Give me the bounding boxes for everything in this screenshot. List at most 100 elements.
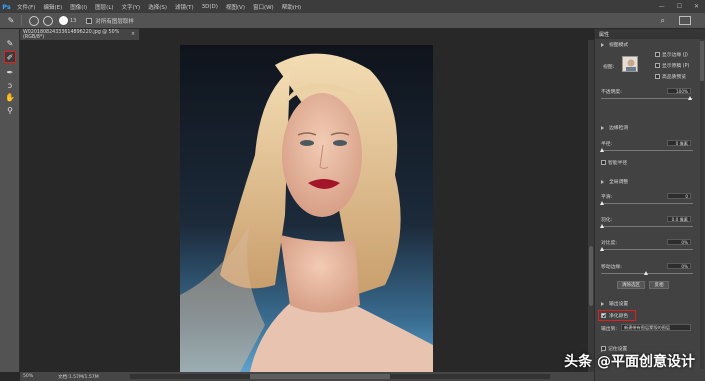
shift-edge-label: 移动边缘: [601,265,622,270]
opacity-label: 不透明度: [601,90,622,95]
edge-detection-title: 边缘检测 [609,126,629,131]
menu-type[interactable]: 文字(Y) [118,3,145,11]
brush-size-icon[interactable] [59,16,68,25]
opacity-slider-track[interactable] [601,98,693,99]
clear-selection-button[interactable]: 清除选区 [617,281,645,289]
scroll-thumb[interactable] [700,41,704,81]
output-to-select[interactable]: 新建带有图层蒙版的图层 [621,324,691,331]
show-original-checkbox[interactable] [655,63,660,68]
menu-layer[interactable]: 图层(L) [91,3,117,11]
decontaminate-colors-checkbox[interactable] [601,313,606,318]
close-window-button[interactable]: ✕ [694,3,699,10]
menu-help[interactable]: 帮助(H) [278,3,305,11]
smooth-field[interactable]: 0 [667,193,691,199]
refine-radius-tool-icon[interactable]: ✐ [4,51,16,63]
global-adjust-title: 全局调整 [609,180,629,185]
watermark-text: 头条 @平面创意设计 [564,354,695,370]
show-edge-checkbox[interactable] [655,52,660,57]
properties-panel: 属性 视图模式 视图: 显示边缘 (J) 显示原稿 (P) 高品质预览 不透明度… [594,29,705,381]
subtract-mode-icon[interactable] [43,15,53,26]
zoom-level[interactable]: 50% [20,374,56,379]
shift-edge-slider-knob[interactable] [644,271,648,275]
close-tab-icon[interactable]: × [131,32,135,37]
quick-selection-tool-icon[interactable]: ✒ [4,66,16,78]
maximize-button[interactable]: ☐ [677,3,682,10]
workspace-icon[interactable] [679,16,691,25]
show-edge-label: 显示边缘 (J) [662,53,688,58]
show-original-label: 显示原稿 (P) [662,64,690,69]
hq-preview-checkbox[interactable] [655,74,660,79]
smart-radius-label: 智能半径 [608,161,628,166]
contrast-label: 对比度: [601,241,618,246]
options-bar: ✎ 13 对所有图层取样 ⌕ [0,13,705,29]
contrast-slider-knob[interactable] [600,247,604,251]
brush-size-value[interactable]: 13 [70,18,76,24]
section-collapse-icon[interactable] [601,180,604,184]
brush-preset-icon[interactable]: ✎ [4,15,18,27]
canvas-horizontal-scrollbar[interactable] [130,374,550,379]
opacity-slider-knob[interactable] [688,96,692,100]
menu-select[interactable]: 选择(S) [144,3,171,11]
document-title: W020180824333614896220.jpg @ 50%(RGB/8*) [23,29,120,40]
feather-field[interactable]: 0.0 像素 [667,216,691,222]
menu-image[interactable]: 图像(I) [66,3,91,11]
smooth-label: 平滑: [601,195,613,200]
radius-field[interactable]: 0 像素 [667,140,691,146]
view-mode-title: 视图模式 [609,43,629,48]
output-to-label: 输出到: [601,327,618,332]
document-tab[interactable]: W020180824333614896220.jpg @ 50%(RGB/8*)… [20,29,140,40]
menu-window[interactable]: 窗口(W) [249,3,278,11]
menu-3d[interactable]: 3D(D) [198,4,222,10]
tools-panel: ✎ ✐ ✒ ↄ ✋ ⚲ [0,29,20,372]
invert-button[interactable]: 反相 [649,281,669,289]
decontaminate-colors-label: 净化颜色 [609,314,629,319]
view-label: 视图: [603,65,615,70]
panel-scrollbar[interactable] [700,39,704,369]
hq-preview-label: 高品质预览 [662,75,686,80]
section-collapse-icon[interactable] [601,126,604,130]
feather-label: 羽化: [601,218,613,223]
menu-view[interactable]: 视图(V) [222,3,249,11]
opacity-field[interactable]: 100% [667,88,691,94]
view-mode-thumbnail[interactable] [622,56,638,72]
radius-slider-track[interactable] [601,150,693,151]
feather-slider-track[interactable] [601,226,693,227]
scroll-thumb[interactable] [589,246,593,306]
contrast-slider-track[interactable] [601,249,693,250]
sample-all-layers-label: 对所有图层取样 [95,18,134,25]
portrait-image [180,45,433,372]
search-icon[interactable]: ⌕ [661,16,665,26]
radius-slider-knob[interactable] [600,148,604,152]
smart-radius-checkbox[interactable] [601,160,606,165]
smooth-slider-knob[interactable] [600,201,604,205]
window-controls: — ☐ ✕ [659,0,699,13]
contrast-field[interactable]: 0% [667,239,691,245]
view-thumbnail-icon [623,57,637,71]
smooth-slider-track[interactable] [601,203,693,204]
scroll-thumb[interactable] [250,374,390,379]
panel-tab-label: 属性 [599,32,610,38]
menu-bar: Ps 文件(F) 编辑(E) 图像(I) 图层(L) 文字(Y) 选择(S) 滤… [0,0,705,13]
panel-tab[interactable]: 属性 [595,29,705,39]
add-mode-icon[interactable] [29,15,39,26]
feather-slider-knob[interactable] [600,224,604,228]
radius-label: 半径: [601,142,613,147]
menu-edit[interactable]: 编辑(E) [39,3,66,11]
sample-all-layers-checkbox[interactable] [86,17,93,24]
menu-file[interactable]: 文件(F) [13,3,39,11]
section-collapse-icon[interactable] [601,302,604,306]
doc-size-info: 文档:1.57M/1.57M [58,374,99,380]
menu-filter[interactable]: 滤镜(T) [171,3,198,11]
brush-tool-icon[interactable]: ✎ [4,37,16,49]
zoom-tool-icon[interactable]: ⚲ [4,104,16,116]
lasso-tool-icon[interactable]: ↄ [4,79,16,91]
hand-tool-icon[interactable]: ✋ [4,91,16,103]
shift-edge-field[interactable]: 0% [667,263,691,269]
section-collapse-icon[interactable] [601,43,604,47]
portrait-photo[interactable] [180,45,433,372]
photoshop-logo: Ps [2,2,11,11]
output-settings-title: 输出设置 [609,302,629,307]
divider [21,15,22,26]
status-bar: 50% 文档:1.57M/1.57M [20,372,594,381]
minimize-button[interactable]: — [659,3,665,10]
